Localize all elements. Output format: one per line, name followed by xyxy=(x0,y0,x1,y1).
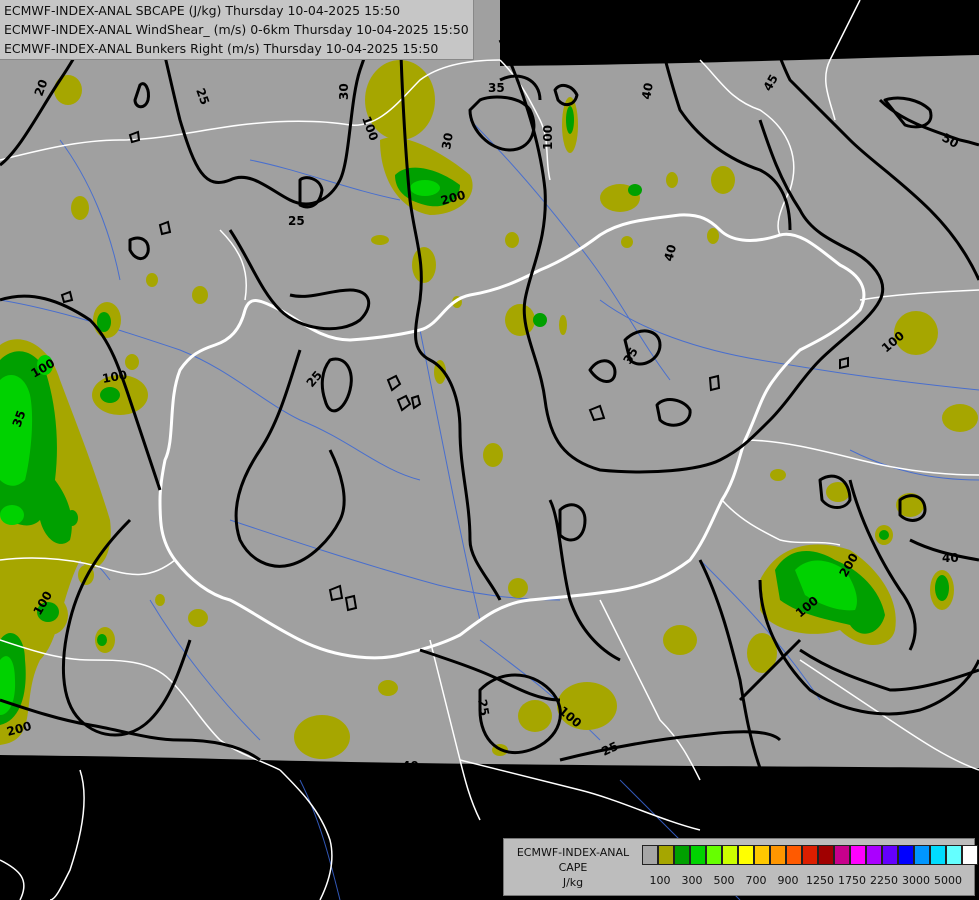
legend-swatch xyxy=(754,845,770,865)
legend-swatch xyxy=(658,845,674,865)
legend-swatch xyxy=(674,845,690,865)
legend-swatch xyxy=(898,845,914,865)
legend-swatch xyxy=(834,845,850,865)
legend-tick-label: 1750 xyxy=(838,874,866,887)
legend-swatch xyxy=(914,845,930,865)
legend-swatch xyxy=(882,845,898,865)
legend-swatch xyxy=(850,845,866,865)
legend-tick-label: 900 xyxy=(777,874,799,887)
legend-title: ECMWF-INDEX-ANAL CAPE J/kg xyxy=(506,845,640,890)
weather-map: 20 25 30 35 40 45 50 30 200 100 25 40 35… xyxy=(0,0,979,900)
contour-label: 35 xyxy=(488,81,505,95)
legend-swatch xyxy=(818,845,834,865)
legend-swatch xyxy=(802,845,818,865)
contour-label: 100 xyxy=(541,125,555,150)
legend-ticks: 100 300 500 700 900 1250 1750 2250 3000 5000 xyxy=(642,874,974,890)
legend-swatch xyxy=(706,845,722,865)
domain-top-edge xyxy=(500,0,979,66)
map-header: ECMWF-INDEX-ANAL SBCAPE (J/kg) Thursday … xyxy=(0,0,474,60)
cape-legend: ECMWF-INDEX-ANAL CAPE J/kg 100 300 500 700 9… xyxy=(503,838,978,896)
contour-label: 30 xyxy=(337,83,351,100)
legend-swatch xyxy=(642,845,658,865)
legend-swatch xyxy=(738,845,754,865)
legend-title-line: CAPE xyxy=(558,861,588,874)
header-line-bunkers: ECMWF-INDEX-ANAL Bunkers Right (m/s) Thu… xyxy=(4,41,439,56)
legend-tick-label: 500 xyxy=(713,874,735,887)
legend-swatch xyxy=(722,845,738,865)
legend-color-bar xyxy=(642,845,978,865)
contour-label: 25 xyxy=(288,214,305,228)
contour-label: 30 xyxy=(439,132,456,151)
legend-title-line: ECMWF-INDEX-ANAL xyxy=(516,846,630,859)
legend-tick-label: 700 xyxy=(745,874,767,887)
legend-tick-label: 300 xyxy=(681,874,703,887)
legend-swatch xyxy=(930,845,946,865)
legend-swatch xyxy=(770,845,786,865)
legend-tick-label: 5000 xyxy=(934,874,962,887)
contour-label: 40 xyxy=(942,551,959,565)
legend-swatch xyxy=(962,845,978,865)
legend-tick-label: 3000 xyxy=(902,874,930,887)
contour-label: 25 xyxy=(475,698,492,717)
legend-swatch xyxy=(946,845,962,865)
legend-tick-label: 1250 xyxy=(806,874,834,887)
contour-label: 40 xyxy=(402,759,419,773)
legend-tick-label: 2250 xyxy=(870,874,898,887)
map-domain xyxy=(0,0,979,768)
header-line-windshear: ECMWF-INDEX-ANAL WindShear_ (m/s) 0-6km … xyxy=(4,22,469,37)
header-line-sbcape: ECMWF-INDEX-ANAL SBCAPE (J/kg) Thursday … xyxy=(4,3,401,18)
contour-label: 40 xyxy=(639,82,656,101)
legend-swatch xyxy=(690,845,706,865)
legend-title-line: J/kg xyxy=(562,876,584,889)
legend-swatch xyxy=(866,845,882,865)
legend-tick-label: 100 xyxy=(649,874,671,887)
legend-swatch xyxy=(786,845,802,865)
